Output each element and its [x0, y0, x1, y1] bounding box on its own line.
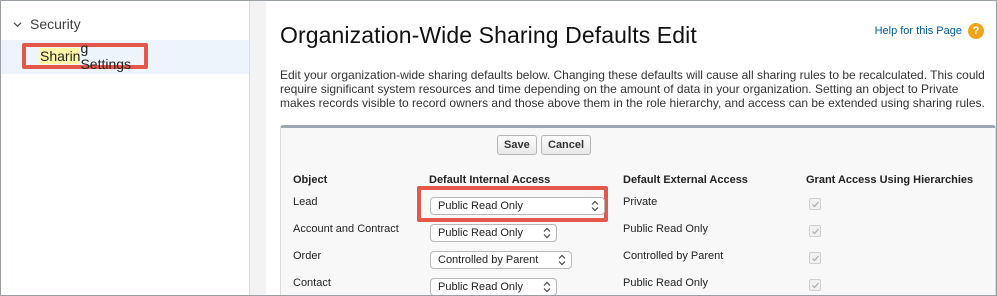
grant-access-checkbox-order [809, 252, 821, 264]
help-icon[interactable]: ? [968, 23, 984, 39]
object-name-lead: Lead [293, 196, 318, 208]
internal-access-select-order[interactable]: Controlled by Parent [430, 251, 572, 269]
layout-gutter [250, 1, 266, 295]
sharing-defaults-panel: Save Cancel Object Default Internal Acce… [280, 125, 996, 295]
page-description: Edit your organization-wide sharing defa… [280, 68, 985, 110]
sidebar-item-label: Security [30, 16, 81, 32]
internal-access-select-lead[interactable]: Public Read Only [430, 197, 605, 215]
chevron-down-icon[interactable] [13, 20, 22, 29]
select-value: Public Read Only [438, 281, 523, 293]
app-frame: Security Sharin g Settings Organization-W… [0, 0, 997, 296]
column-header-grant: Grant Access Using Hierarchies [806, 174, 974, 186]
sidebar-item-security[interactable]: Security [13, 13, 81, 35]
grant-access-checkbox-account-contract [809, 225, 821, 237]
help-link[interactable]: Help for this Page ? [875, 23, 984, 39]
save-button[interactable]: Save [497, 135, 537, 155]
select-value: Controlled by Parent [438, 254, 539, 266]
select-caret-icon [558, 254, 566, 266]
help-link-label[interactable]: Help for this Page [875, 25, 962, 37]
sidebar-item-label: g Settings [80, 40, 132, 72]
object-name-order: Order [293, 250, 322, 262]
select-caret-icon [543, 281, 551, 293]
checkmark-icon [812, 228, 819, 235]
external-access-lead: Private [623, 196, 658, 208]
select-caret-icon [543, 227, 551, 239]
object-name-account-contract: Account and Contract [293, 223, 399, 235]
checkmark-icon [812, 255, 819, 262]
select-value: Public Read Only [438, 227, 523, 239]
main-content: Organization-Wide Sharing Defaults Edit … [266, 1, 996, 295]
internal-access-select-account-contract[interactable]: Public Read Only [430, 224, 557, 242]
search-match-highlight: Sharin [40, 48, 81, 64]
external-access-account-contract: Public Read Only [623, 223, 708, 235]
checkmark-icon [812, 201, 819, 208]
column-header-object: Object [293, 174, 328, 186]
grant-access-checkbox-contact [809, 279, 821, 291]
cancel-button[interactable]: Cancel [541, 135, 592, 155]
grant-access-checkbox-lead [809, 198, 821, 210]
setup-sidebar: Security Sharin g Settings [1, 1, 250, 295]
page-title: Organization-Wide Sharing Defaults Edit [280, 22, 697, 48]
external-access-order: Controlled by Parent [623, 250, 724, 262]
external-access-contact: Public Read Only [623, 277, 708, 289]
sidebar-item-sharing-settings-row: Sharin g Settings [1, 40, 249, 74]
select-value: Public Read Only [438, 200, 523, 212]
checkmark-icon [812, 282, 819, 289]
column-header-internal: Default Internal Access [429, 174, 551, 186]
object-name-contact: Contact [293, 277, 331, 289]
column-header-external: Default External Access [623, 174, 748, 186]
select-caret-icon [591, 200, 599, 212]
internal-access-select-contact[interactable]: Public Read Only [430, 278, 557, 295]
sidebar-item-sharing-settings[interactable]: Sharin g Settings [22, 40, 148, 72]
